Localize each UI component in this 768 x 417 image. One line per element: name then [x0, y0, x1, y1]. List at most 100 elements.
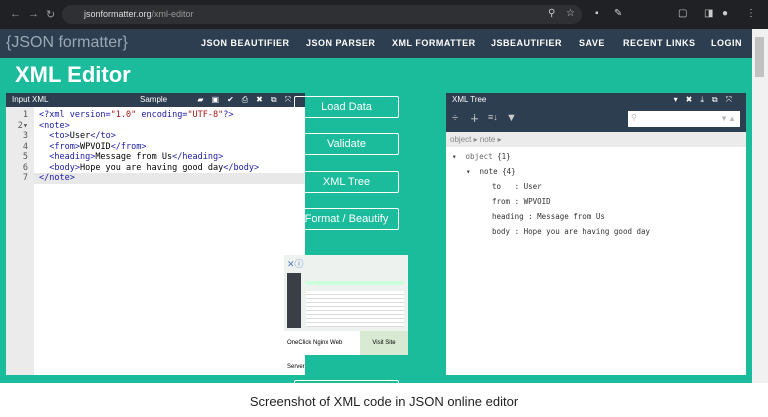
sample-button[interactable]: Sample — [140, 93, 167, 107]
node-count: {4} — [502, 167, 516, 176]
nav-save[interactable]: SAVE — [579, 38, 605, 48]
format-beautify-button[interactable]: Format / Beautify — [294, 208, 399, 230]
clear-icon[interactable]: ✖ — [686, 95, 701, 104]
node-key: object — [465, 152, 493, 161]
leaf-value: Hope you are having good day — [523, 227, 651, 236]
code-line: 3 <to>User</to> — [6, 131, 305, 142]
zoom-icon[interactable]: ⚲ — [548, 8, 555, 19]
input-panel-title: Input XML — [12, 95, 49, 104]
open-icon[interactable]: ▰ — [197, 95, 211, 104]
reload-icon[interactable]: ↻ — [46, 8, 55, 21]
xml-editor[interactable]: 1 <?xml version="1.0" encoding="UTF-8"?> … — [6, 107, 305, 375]
save-icon[interactable]: ▣ — [212, 95, 228, 104]
input-panel-header: Input XML Sample ▰▣✔⎙✖⧉⤧ — [6, 93, 305, 107]
page-title: XML Editor — [15, 62, 131, 87]
puzzle-icon[interactable]: ▢ — [678, 8, 687, 19]
load-data-button[interactable]: Load Data — [294, 96, 399, 118]
copy-icon[interactable]: ⧉ — [712, 95, 726, 104]
tree-node-note[interactable]: ▾ note {4} — [446, 164, 746, 179]
code-text: <note> — [39, 120, 70, 131]
line-number: 2▾ — [6, 120, 34, 131]
tree-toolbar-icons: ▾✖⤓⧉⤧ — [674, 93, 740, 107]
nav-jsbeautifier[interactable]: JSBEAUTIFIER — [491, 38, 562, 48]
tree-leaf[interactable]: body : Hope you are having good day — [446, 224, 746, 239]
code-line: 4 <from>WPVOID</from> — [6, 141, 305, 152]
page-scrollbar[interactable] — [752, 29, 768, 383]
line-number: 1 — [6, 110, 34, 121]
tree-search-input[interactable]: ⚲ ▼▲ — [628, 111, 740, 127]
forward-icon[interactable]: → — [28, 8, 39, 20]
filter-icon[interactable]: ▼ — [506, 112, 517, 124]
ad-close-icon[interactable]: ✕ⓘ — [287, 257, 304, 270]
trash-icon[interactable]: ▾ — [674, 95, 686, 104]
leaf-value: User — [523, 182, 542, 191]
tree-panel-title: XML Tree — [452, 95, 487, 104]
ad-label: OneClick Nginx Web Server — [287, 340, 343, 370]
tree-toolbar: ÷ ∔ ≡↓ ▼ ⚲ ▼▲ — [446, 107, 746, 132]
star-icon[interactable]: ☆ — [566, 8, 575, 19]
xml-tree-button[interactable]: XML Tree — [294, 171, 399, 193]
avatar[interactable]: ● — [722, 8, 728, 19]
logo[interactable]: {JSON formatter} — [6, 34, 128, 52]
leaf-value: WPVOID — [523, 197, 551, 206]
nav-recent-links[interactable]: RECENT LINKS — [623, 38, 696, 48]
advertisement[interactable]: ✕ⓘ OneClick Nginx Web Server Visit Site — [284, 255, 408, 370]
extension-icon[interactable]: ▪ — [595, 8, 599, 19]
line-number: 6 — [6, 162, 34, 173]
tree-panel-header: XML Tree ▾✖⤓⧉⤧ — [446, 93, 746, 107]
tree-leaf[interactable]: heading : Message from Us — [446, 209, 746, 224]
code-text: </note> — [39, 173, 75, 183]
line-number: 4 — [6, 141, 34, 152]
nav-xml-formatter[interactable]: XML FORMATTER — [392, 38, 476, 48]
page: {JSON formatter} JSON BEAUTIFIER JSON PA… — [0, 29, 752, 390]
caret-down-icon[interactable]: ▾ — [466, 167, 471, 176]
code-line: 7 </note> — [6, 173, 305, 184]
toolbar-icons: ▰▣✔⎙✖⧉⤧ — [197, 93, 299, 107]
url-path: /xml-editor — [151, 9, 194, 19]
eyedropper-icon[interactable]: ✎ — [614, 8, 622, 19]
code-line: 2▾ <note> — [6, 120, 305, 131]
copy-icon[interactable]: ⧉ — [271, 95, 285, 104]
address-bar[interactable]: jsonformatter.org/xml-editor — [62, 5, 582, 24]
code-text: <?xml version="1.0" encoding="UTF-8"?> — [39, 110, 234, 120]
nav-json-beautifier[interactable]: JSON BEAUTIFIER — [201, 38, 290, 48]
sidepanel-icon[interactable]: ◨ — [704, 8, 713, 19]
tree-panel: XML Tree ▾✖⤓⧉⤧ ÷ ∔ ≡↓ ▼ ⚲ ▼▲ object ▸ not… — [446, 93, 746, 375]
line-number: 7 — [6, 173, 34, 184]
ad-visit-button[interactable]: Visit Site — [360, 331, 408, 355]
sort-icon[interactable]: ≡↓ — [488, 112, 498, 122]
clear-icon[interactable]: ✖ — [256, 95, 271, 104]
search-nav-icon[interactable]: ▼▲ — [720, 114, 736, 123]
caption: Screenshot of XML code in JSON online ed… — [249, 394, 519, 409]
expand-all-icon[interactable]: ÷ — [452, 112, 458, 124]
print-icon[interactable]: ⎙ — [242, 95, 256, 104]
node-key: note — [479, 167, 498, 176]
ad-image: ✕ⓘ — [284, 255, 408, 331]
fullscreen-icon[interactable]: ⤧ — [726, 95, 740, 104]
tree-leaf[interactable]: to : User — [446, 179, 746, 194]
tree-leaf[interactable]: from : WPVOID — [446, 194, 746, 209]
check-icon[interactable]: ✔ — [227, 95, 242, 104]
collapse-all-icon[interactable]: ∔ — [470, 112, 479, 125]
line-number: 3 — [6, 131, 34, 142]
url-domain: jsonformatter.org — [84, 9, 152, 19]
search-icon: ⚲ — [631, 113, 637, 122]
nav-login[interactable]: LOGIN — [711, 38, 742, 48]
more-button[interactable] — [294, 380, 399, 390]
validate-button[interactable]: Validate — [294, 133, 399, 155]
tree-node-root[interactable]: ▾ object {1} — [446, 149, 746, 164]
browser-bar: ← → ↻ jsonformatter.org/xml-editor ⚲ ☆ ▪… — [0, 0, 768, 29]
node-count: {1} — [497, 152, 511, 161]
leaf-key: heading — [492, 212, 524, 221]
code-line: 1 <?xml version="1.0" encoding="UTF-8"?> — [6, 110, 305, 121]
download-icon[interactable]: ⤓ — [700, 95, 712, 104]
leaf-key: from — [492, 197, 511, 206]
leaf-key: body — [492, 227, 511, 236]
nav-json-parser[interactable]: JSON PARSER — [306, 38, 375, 48]
back-icon[interactable]: ← — [10, 8, 21, 20]
leaf-key: to — [492, 182, 502, 191]
code-text: <to>User</to> — [49, 131, 116, 141]
code-text: <heading>Message from Us</heading> — [49, 152, 224, 162]
menu-icon[interactable]: ⋮ — [746, 8, 756, 19]
caret-down-icon[interactable]: ▾ — [452, 152, 457, 161]
